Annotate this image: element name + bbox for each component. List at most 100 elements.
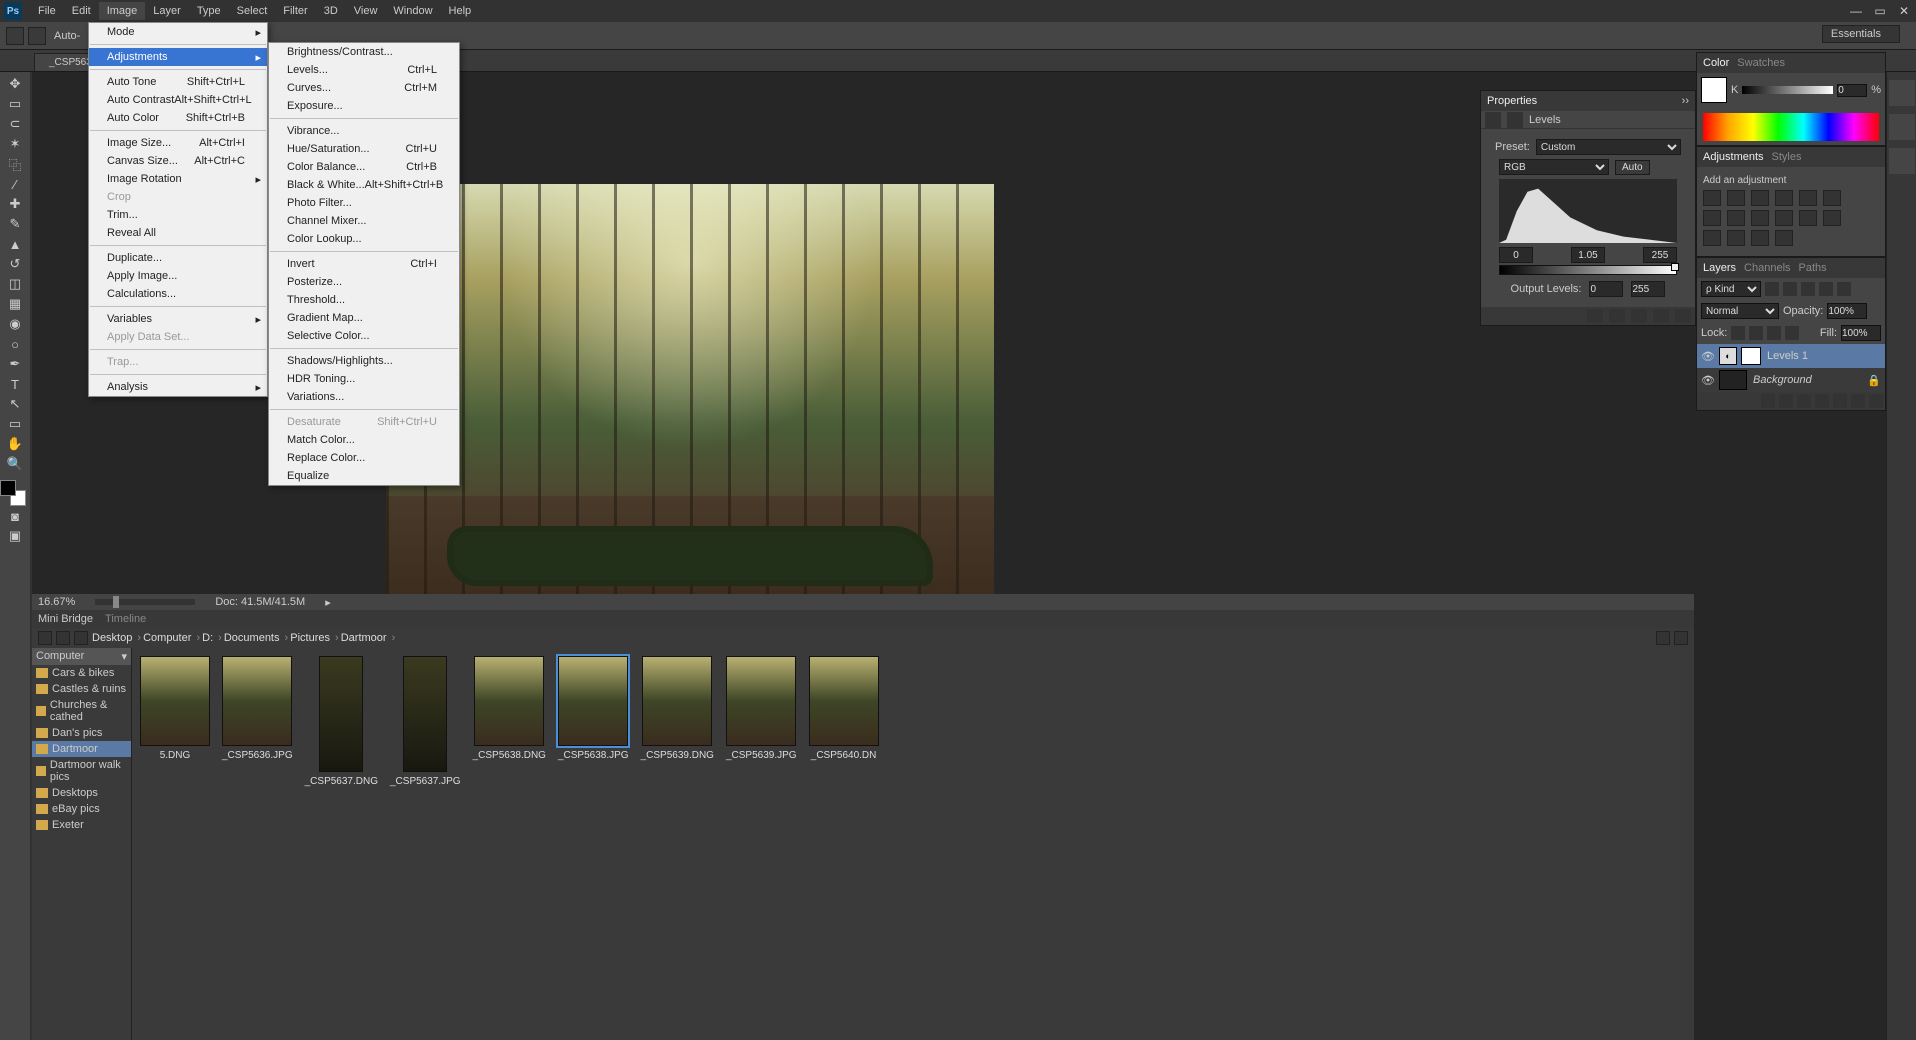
adj-equalize[interactable]: Equalize	[269, 467, 459, 485]
move-tool[interactable]: ✥	[1, 74, 29, 94]
crumb[interactable]: Pictures	[290, 632, 340, 644]
healing-tool[interactable]: ✚	[1, 194, 29, 214]
crop-tool[interactable]: ⿻	[1, 154, 29, 174]
styles-tab[interactable]: Styles	[1772, 151, 1802, 163]
menu-analysis[interactable]: Analysis	[89, 378, 267, 396]
lock-icon[interactable]	[1785, 326, 1799, 340]
opacity-value[interactable]	[1827, 303, 1867, 319]
input-black[interactable]	[1499, 247, 1533, 263]
blur-tool[interactable]: ◉	[1, 314, 29, 334]
filter-icon[interactable]	[1837, 282, 1851, 296]
reset-icon[interactable]	[1631, 309, 1647, 323]
histogram[interactable]	[1499, 179, 1677, 243]
menu-auto-color[interactable]: Auto ColorShift+Ctrl+B	[89, 109, 267, 127]
new-layer-icon[interactable]	[1851, 394, 1865, 408]
thumbnail[interactable]	[474, 656, 544, 746]
file-thumb[interactable]: _CSP5638.JPG	[558, 656, 629, 1032]
folder-item[interactable]: Exeter	[32, 817, 131, 833]
auto-button[interactable]: Auto	[1615, 160, 1650, 175]
adj-levels[interactable]: Levels...Ctrl+L	[269, 61, 459, 79]
file-thumb[interactable]: 5.DNG	[140, 656, 210, 1032]
thumbnail[interactable]	[809, 656, 879, 746]
filter-icon[interactable]	[1819, 282, 1833, 296]
adj-shadows[interactable]: Shadows/Highlights...	[269, 352, 459, 370]
file-thumb[interactable]: _CSP5640.DN	[809, 656, 879, 1032]
file-thumb[interactable]: _CSP5639.DNG	[641, 656, 714, 1032]
preset-select[interactable]: Custom	[1536, 139, 1681, 155]
folder-item[interactable]: Cars & bikes	[32, 665, 131, 681]
menu-duplicate[interactable]: Duplicate...	[89, 249, 267, 267]
folder-item[interactable]: Dartmoor	[32, 741, 131, 757]
status-arrow-icon[interactable]: ▸	[325, 596, 331, 609]
menu-filter[interactable]: Filter	[275, 2, 315, 20]
screen-mode-toggle[interactable]: ▣	[1, 526, 29, 546]
blend-mode[interactable]: Normal	[1701, 303, 1779, 319]
properties-tab[interactable]: Properties	[1487, 95, 1537, 107]
forward-button[interactable]	[56, 631, 70, 645]
menu-image-rotation[interactable]: Image Rotation	[89, 170, 267, 188]
thumbnail[interactable]	[403, 656, 447, 772]
adj-icon[interactable]	[1751, 190, 1769, 206]
minibridge-tab[interactable]: Mini Bridge	[38, 613, 93, 625]
filter-icon[interactable]	[1801, 282, 1815, 296]
adj-variations[interactable]: Variations...	[269, 388, 459, 406]
history-brush-tool[interactable]: ↺	[1, 254, 29, 274]
visibility-icon[interactable]: 👁	[1701, 350, 1715, 363]
input-white[interactable]	[1643, 247, 1677, 263]
output-gradient[interactable]	[1499, 265, 1677, 275]
filter-icon[interactable]	[1656, 631, 1670, 645]
pen-tool[interactable]: ✒	[1, 354, 29, 374]
menu-adjustments[interactable]: Adjustments	[89, 48, 267, 66]
adj-selective-color[interactable]: Selective Color...	[269, 327, 459, 345]
folder-item[interactable]: Dan's pics	[32, 725, 131, 741]
zoom-readout[interactable]: 16.67%	[38, 596, 75, 608]
marquee-tool[interactable]: ▭	[1, 94, 29, 114]
close-button[interactable]: ✕	[1892, 1, 1916, 21]
color-spectrum[interactable]	[1703, 113, 1879, 141]
menu-mode[interactable]: Mode	[89, 23, 267, 41]
filter-icon[interactable]	[1765, 282, 1779, 296]
folder-item[interactable]: Castles & ruins	[32, 681, 131, 697]
adj-icon[interactable]	[1727, 230, 1745, 246]
adj-hue[interactable]: Hue/Saturation...Ctrl+U	[269, 140, 459, 158]
file-thumb[interactable]: _CSP5638.DNG	[473, 656, 546, 1032]
shape-tool[interactable]: ▭	[1, 414, 29, 434]
file-thumb[interactable]: _CSP5639.JPG	[726, 656, 797, 1032]
menu-canvas-size[interactable]: Canvas Size...Alt+Ctrl+C	[89, 152, 267, 170]
menu-trim[interactable]: Trim...	[89, 206, 267, 224]
channels-tab[interactable]: Channels	[1744, 262, 1790, 274]
adj-icon[interactable]	[1799, 190, 1817, 206]
thumbnail[interactable]	[222, 656, 292, 746]
thumbnail[interactable]	[726, 656, 796, 746]
auto-select-checkbox[interactable]	[28, 27, 46, 45]
adj-icon[interactable]	[1823, 190, 1841, 206]
layer-row[interactable]: 👁Background🔒	[1697, 368, 1885, 392]
adj-channel-mixer[interactable]: Channel Mixer...	[269, 212, 459, 230]
adj-bw[interactable]: Black & White...Alt+Shift+Ctrl+B	[269, 176, 459, 194]
color-swatches[interactable]	[0, 480, 26, 506]
filter-icon[interactable]	[1783, 282, 1797, 296]
menu-select[interactable]: Select	[229, 2, 276, 20]
dodge-tool[interactable]: ○	[1, 334, 29, 354]
lock-icon[interactable]	[1731, 326, 1745, 340]
menu-layer[interactable]: Layer	[145, 2, 189, 20]
adj-icon[interactable]	[1703, 230, 1721, 246]
thumbnail[interactable]	[558, 656, 628, 746]
menu-variables[interactable]: Variables	[89, 310, 267, 328]
crumb[interactable]: D:	[202, 632, 224, 644]
timeline-tab[interactable]: Timeline	[105, 613, 146, 625]
back-button[interactable]	[38, 631, 52, 645]
adj-color-balance[interactable]: Color Balance...Ctrl+B	[269, 158, 459, 176]
path-tool[interactable]: ↖	[1, 394, 29, 414]
hand-tool[interactable]: ✋	[1, 434, 29, 454]
crumb[interactable]: Desktop	[92, 632, 143, 644]
group-icon[interactable]	[1833, 394, 1847, 408]
menu-file[interactable]: File	[30, 2, 64, 20]
mask-new-icon[interactable]	[1797, 394, 1811, 408]
maximize-button[interactable]: ▭	[1868, 1, 1892, 21]
adj-icon[interactable]	[1727, 210, 1745, 226]
menu-apply-image[interactable]: Apply Image...	[89, 267, 267, 285]
fx-icon[interactable]	[1779, 394, 1793, 408]
thumbnail[interactable]	[140, 656, 210, 746]
adj-curves[interactable]: Curves...Ctrl+M	[269, 79, 459, 97]
